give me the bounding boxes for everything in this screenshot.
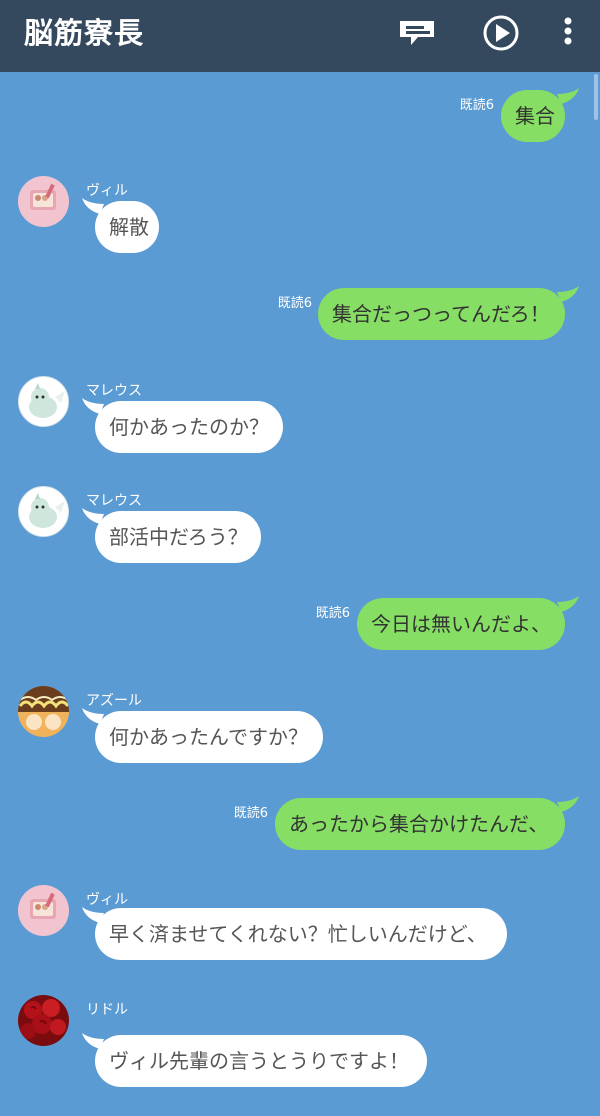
avatar[interactable] xyxy=(18,885,69,936)
incoming-bubble[interactable]: 何かあったんですか？ xyxy=(95,711,323,763)
incoming-bubble[interactable]: 解散 xyxy=(95,201,159,253)
outgoing-bubble[interactable]: あったから集合かけたんだ、 xyxy=(275,798,565,850)
read-receipt: 既読6 xyxy=(277,296,312,311)
outgoing-bubble[interactable]: 集合 xyxy=(501,90,565,142)
header-bar: 脳筋寮長 xyxy=(0,0,600,72)
read-receipt: 既読6 xyxy=(315,606,350,621)
bubble-tail xyxy=(557,796,579,812)
bubble-tail xyxy=(557,596,579,612)
bubble-tail xyxy=(557,286,579,302)
incoming-bubble[interactable]: 早く済ませてくれない？忙しいんだけど、 xyxy=(95,908,507,960)
read-receipt: 既読6 xyxy=(233,806,268,821)
sender-name: リドル xyxy=(86,1002,128,1018)
incoming-bubble[interactable]: ヴィル先輩の言うとうりですよ！ xyxy=(95,1035,427,1087)
chat-title: 脳筋寮長 xyxy=(24,16,145,50)
incoming-bubble[interactable]: 部活中だろう？ xyxy=(95,511,261,563)
chat-area: 既読6 集合 ヴィル 解散 既読6 集合だっつってんだろ！ マレウス 何かあった… xyxy=(0,72,600,1116)
avatar[interactable] xyxy=(18,686,69,737)
read-receipt: 既読6 xyxy=(459,98,494,113)
notes-icon[interactable] xyxy=(394,12,440,58)
play-icon[interactable] xyxy=(478,12,524,58)
more-icon[interactable] xyxy=(550,12,596,58)
incoming-bubble[interactable]: 何かあったのか？ xyxy=(95,401,283,453)
avatar[interactable] xyxy=(18,376,69,427)
outgoing-bubble[interactable]: 集合だっつってんだろ！ xyxy=(318,288,565,340)
avatar[interactable] xyxy=(18,995,69,1046)
bubble-tail xyxy=(557,88,579,104)
avatar[interactable] xyxy=(18,176,69,227)
outgoing-bubble[interactable]: 今日は無いんだよ、 xyxy=(357,598,565,650)
avatar[interactable] xyxy=(18,486,69,537)
